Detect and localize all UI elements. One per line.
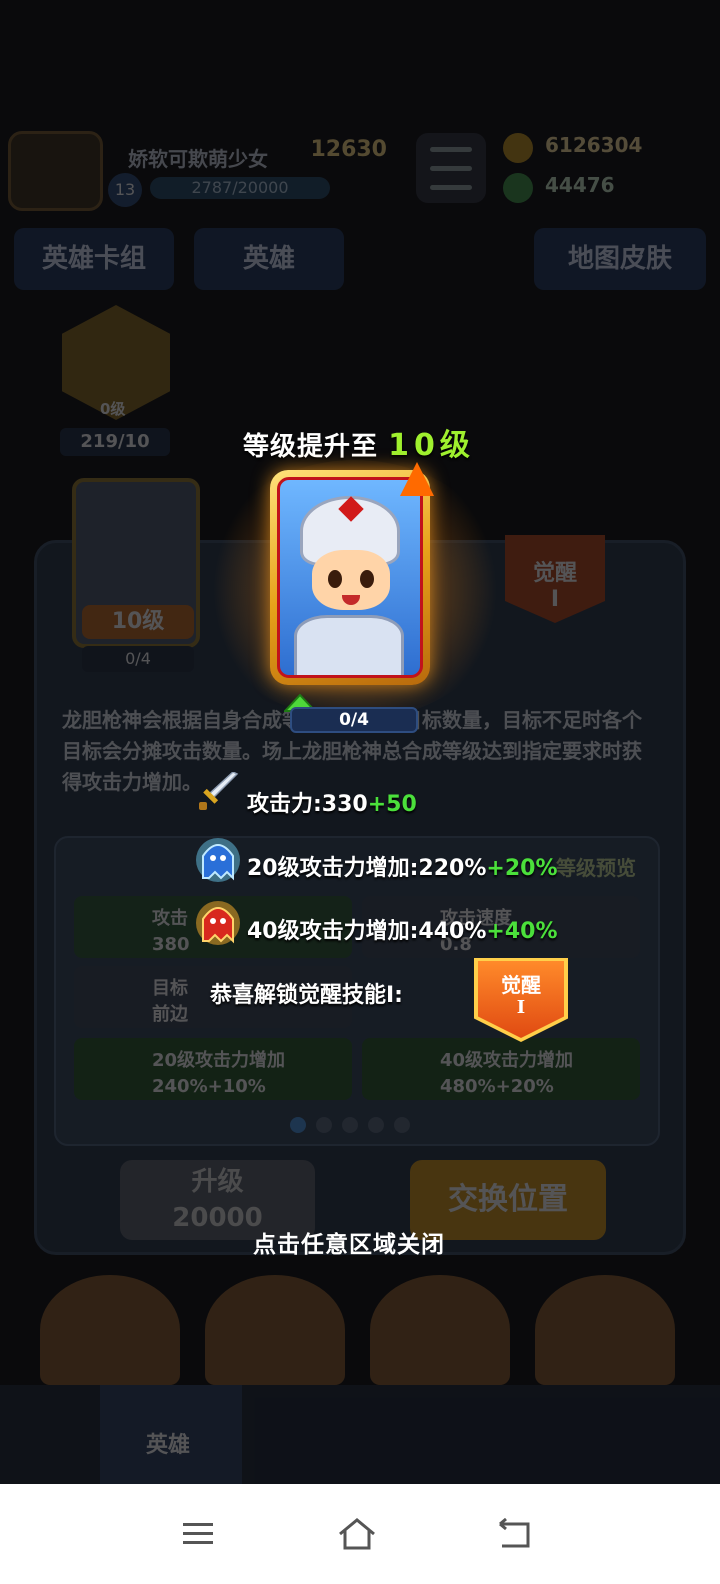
back-icon <box>499 1518 530 1548</box>
hero-eye-right <box>360 570 374 588</box>
close-hint: 点击任意区域关闭 <box>253 1232 445 1258</box>
lv40-reward-bonus: +40% <box>486 919 558 944</box>
lv20-reward-bonus: +20% <box>486 856 558 881</box>
attack-reward-bonus: +50 <box>367 792 417 817</box>
level-up-popup[interactable]: 等级提升至 10级 0/4 攻击力:330+50 20级攻击力增加:220%+2… <box>0 0 720 1500</box>
back-nav-button[interactable] <box>484 1506 544 1562</box>
lv20-reward-label: 20级攻击力增加:220% <box>247 856 487 881</box>
home-icon <box>339 1518 375 1550</box>
home-nav-button[interactable] <box>327 1506 387 1562</box>
menu-icon <box>183 1523 213 1544</box>
lv20-reward-row: 20级攻击力增加:220%+20% <box>247 850 557 882</box>
game-screen[interactable]: 娇软可欺萌少女 13 2787/20000 12630 6126304 4447… <box>0 0 720 1584</box>
hero-armor <box>294 615 404 675</box>
hero-eye-left <box>328 570 342 588</box>
level-up-title-value: 10级 <box>388 428 475 463</box>
attack-reward-label: 攻击力:330 <box>247 792 368 817</box>
awaken-badge-line2: I <box>516 997 526 1018</box>
menu-nav-button[interactable] <box>168 1506 228 1562</box>
system-nav-bar <box>0 1484 720 1584</box>
sword-icon <box>199 772 239 810</box>
blue-ghost-icon <box>196 838 240 882</box>
unlock-skill-text: 恭喜解锁觉醒技能I: <box>210 983 403 1008</box>
level-up-title: 等级提升至 10级 <box>243 420 475 464</box>
attack-reward-row: 攻击力:330+50 <box>247 786 417 818</box>
red-ghost-icon <box>196 901 240 945</box>
awaken-badge-line1: 觉醒 <box>501 973 541 997</box>
level-up-title-prefix: 等级提升至 <box>243 432 379 462</box>
lv40-reward-row: 40级攻击力增加:440%+40% <box>247 913 557 945</box>
hero-portrait <box>277 477 423 678</box>
hero-card <box>270 470 430 685</box>
card-progress-bar: 0/4 <box>290 707 418 733</box>
lv40-reward-label: 40级攻击力增加:440% <box>247 919 487 944</box>
